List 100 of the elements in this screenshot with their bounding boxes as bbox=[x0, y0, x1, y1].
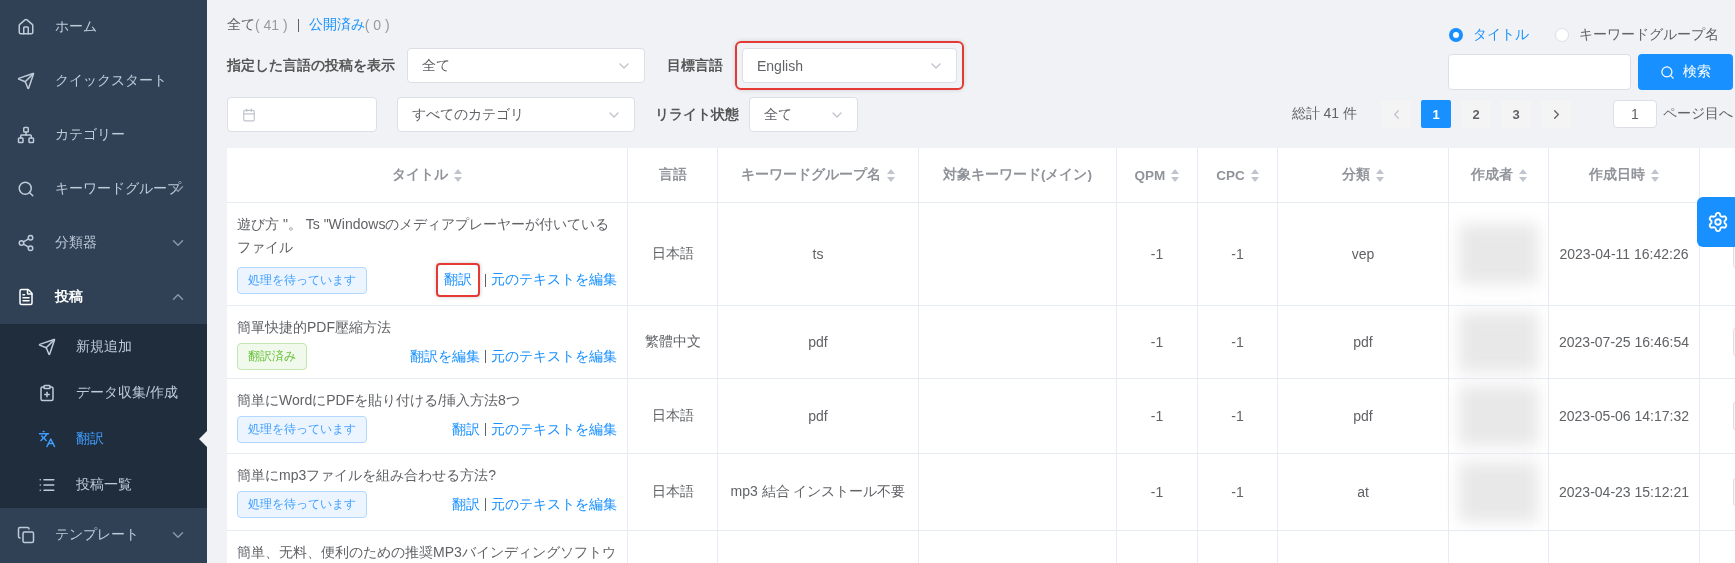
action-link[interactable]: 翻訳 bbox=[452, 495, 480, 514]
submenu-item[interactable]: データ収集/作成 bbox=[0, 370, 207, 416]
total-count: 総計 41 件 bbox=[1291, 105, 1357, 123]
action-link[interactable]: 元のテキストを編集 bbox=[491, 495, 617, 514]
action-link[interactable]: 翻訳を編集 bbox=[410, 347, 480, 366]
search-type-radio[interactable]: タイトル bbox=[1449, 26, 1529, 44]
column-header: 対象キーワード(メイン) bbox=[919, 148, 1117, 203]
search-field[interactable] bbox=[1448, 54, 1631, 90]
sidebar-item[interactable]: テンプレート bbox=[0, 508, 207, 562]
menu-item-icon bbox=[17, 526, 35, 544]
sidebar-item[interactable]: ホーム bbox=[0, 0, 207, 54]
table-cell: pdf bbox=[1278, 379, 1449, 454]
status-tag: 処理を待っています bbox=[237, 491, 367, 518]
table-cell: -1 bbox=[1117, 203, 1198, 306]
next-page-button[interactable] bbox=[1541, 100, 1571, 128]
sort-icon[interactable] bbox=[454, 168, 462, 182]
table-cell: pdf bbox=[1278, 306, 1449, 379]
table-cell: -1 bbox=[1198, 203, 1278, 306]
date-picker[interactable] bbox=[227, 97, 377, 132]
action-link[interactable]: 元のテキストを編集 bbox=[491, 420, 617, 439]
menu-item-icon bbox=[17, 72, 35, 90]
post-title: 簡単にmp3ファイルを組み合わせる方法? bbox=[237, 466, 498, 485]
submenu-item[interactable]: 投稿一覧 bbox=[0, 462, 207, 508]
status-tag: 処理を待っています bbox=[237, 266, 367, 294]
search-type-radio[interactable]: キーワードグループ名 bbox=[1555, 26, 1719, 44]
menu-item-icon bbox=[38, 338, 56, 356]
page-button[interactable]: 1 bbox=[1421, 100, 1451, 128]
table-cell: 繁體中文 bbox=[628, 306, 718, 379]
table-cell: -1 bbox=[1198, 306, 1278, 379]
column-header: CPC bbox=[1198, 148, 1278, 203]
category-select[interactable]: すべてのカテゴリ bbox=[397, 97, 635, 132]
table-cell: -1 bbox=[1117, 306, 1198, 379]
column-header: キーワードグループ名 bbox=[718, 148, 919, 203]
post-title: 簡単にWordにPDFを貼り付ける/挿入方法8つ bbox=[237, 391, 521, 410]
page-jump-field[interactable]: 1 bbox=[1613, 100, 1657, 128]
table-cell: ts bbox=[718, 203, 919, 306]
sort-icon[interactable] bbox=[887, 168, 895, 182]
target-language-select[interactable]: English bbox=[742, 48, 957, 83]
table-cell: 2023-07-25 16:46:54 bbox=[1549, 306, 1700, 379]
menu-item-icon bbox=[17, 234, 35, 252]
table-cell: pdf bbox=[718, 306, 919, 379]
menu-item-icon bbox=[17, 126, 35, 144]
action-link[interactable]: 翻訳 bbox=[436, 263, 480, 297]
search-button[interactable]: 検索 bbox=[1638, 54, 1733, 90]
post-title: 簡單快捷的PDF壓縮方法 bbox=[237, 318, 392, 337]
status-tag: 翻訳済み bbox=[237, 343, 307, 370]
page-button[interactable]: 2 bbox=[1461, 100, 1491, 128]
action-link[interactable]: 元のテキストを編集 bbox=[491, 271, 617, 289]
action-link[interactable]: 翻訳 bbox=[452, 420, 480, 439]
table-cell: vep bbox=[1278, 203, 1449, 306]
filter-label: 目標言語 bbox=[667, 56, 723, 75]
table-cell: -1 bbox=[1198, 454, 1278, 531]
menu-item-icon bbox=[17, 180, 35, 198]
sidebar-item[interactable]: カテゴリー bbox=[0, 108, 207, 162]
table-cell: 2023-04-23 15:12:21 bbox=[1549, 454, 1700, 531]
page-button[interactable]: 3 bbox=[1501, 100, 1531, 128]
status-tab[interactable]: 全て bbox=[227, 16, 255, 34]
search-icon bbox=[1660, 64, 1675, 80]
sidebar-item[interactable]: 分類器 bbox=[0, 216, 207, 270]
column-header: 作成者 bbox=[1449, 148, 1549, 203]
column-header: 作成日時 bbox=[1549, 148, 1700, 203]
sidebar-item[interactable]: クイックスタート bbox=[0, 54, 207, 108]
sort-icon[interactable] bbox=[1171, 168, 1180, 182]
table-cell: mp3 結合 インストール不要 bbox=[718, 454, 919, 531]
menu-item-icon bbox=[38, 476, 56, 494]
tab-count: ( 0 ) bbox=[364, 17, 390, 33]
menu-item-icon bbox=[38, 384, 56, 402]
table-cell: pdf bbox=[718, 379, 919, 454]
post-title: 遊び方 "。 Ts "Windowsのメディアプレーヤーが付いているファイル bbox=[237, 215, 611, 257]
status-tab[interactable]: 公開済み bbox=[308, 16, 365, 34]
column-header: タイトル bbox=[227, 148, 628, 203]
sidebar-item[interactable]: キーワードグループ bbox=[0, 162, 207, 216]
menu-item-icon bbox=[38, 430, 56, 448]
rewrite-status-select[interactable]: 全て bbox=[749, 97, 858, 132]
table-cell: 日本語 bbox=[628, 379, 718, 454]
sort-icon[interactable] bbox=[1518, 168, 1527, 182]
sort-icon[interactable] bbox=[1651, 168, 1659, 182]
sidebar-item[interactable]: 投稿 bbox=[0, 270, 207, 324]
action-link[interactable]: 元のテキストを編集 bbox=[491, 347, 617, 366]
table-cell: 日本語 bbox=[628, 203, 718, 306]
menu-item-icon bbox=[17, 288, 35, 306]
column-header: 言語 bbox=[628, 148, 718, 203]
sort-icon[interactable] bbox=[1376, 168, 1384, 182]
table-cell: 日本語 bbox=[628, 454, 718, 531]
page-jump-label: ページ目へ bbox=[1663, 105, 1733, 123]
column-header: 分類 bbox=[1278, 148, 1449, 203]
submenu-item[interactable]: 翻訳 bbox=[0, 416, 207, 462]
filter-label: リライト状態 bbox=[655, 105, 739, 124]
language-select[interactable]: 全て bbox=[407, 48, 645, 83]
menu-item-icon bbox=[17, 18, 35, 36]
status-tag: 処理を待っています bbox=[237, 416, 367, 443]
table-cell: -1 bbox=[1198, 379, 1278, 454]
submenu-item[interactable]: 新規追加 bbox=[0, 324, 207, 370]
table-cell: at bbox=[1278, 454, 1449, 531]
post-title: 簡単、无料、便利のための推奨MP3バインディングソフトウ bbox=[237, 543, 617, 562]
table-cell: 2023-05-06 14:17:32 bbox=[1549, 379, 1700, 454]
sort-icon[interactable] bbox=[1250, 168, 1259, 182]
filter-label: 指定した言語の投稿を表示 bbox=[227, 56, 395, 75]
settings-button[interactable] bbox=[1697, 197, 1735, 247]
tab-count: ( 41 ) bbox=[255, 17, 288, 33]
